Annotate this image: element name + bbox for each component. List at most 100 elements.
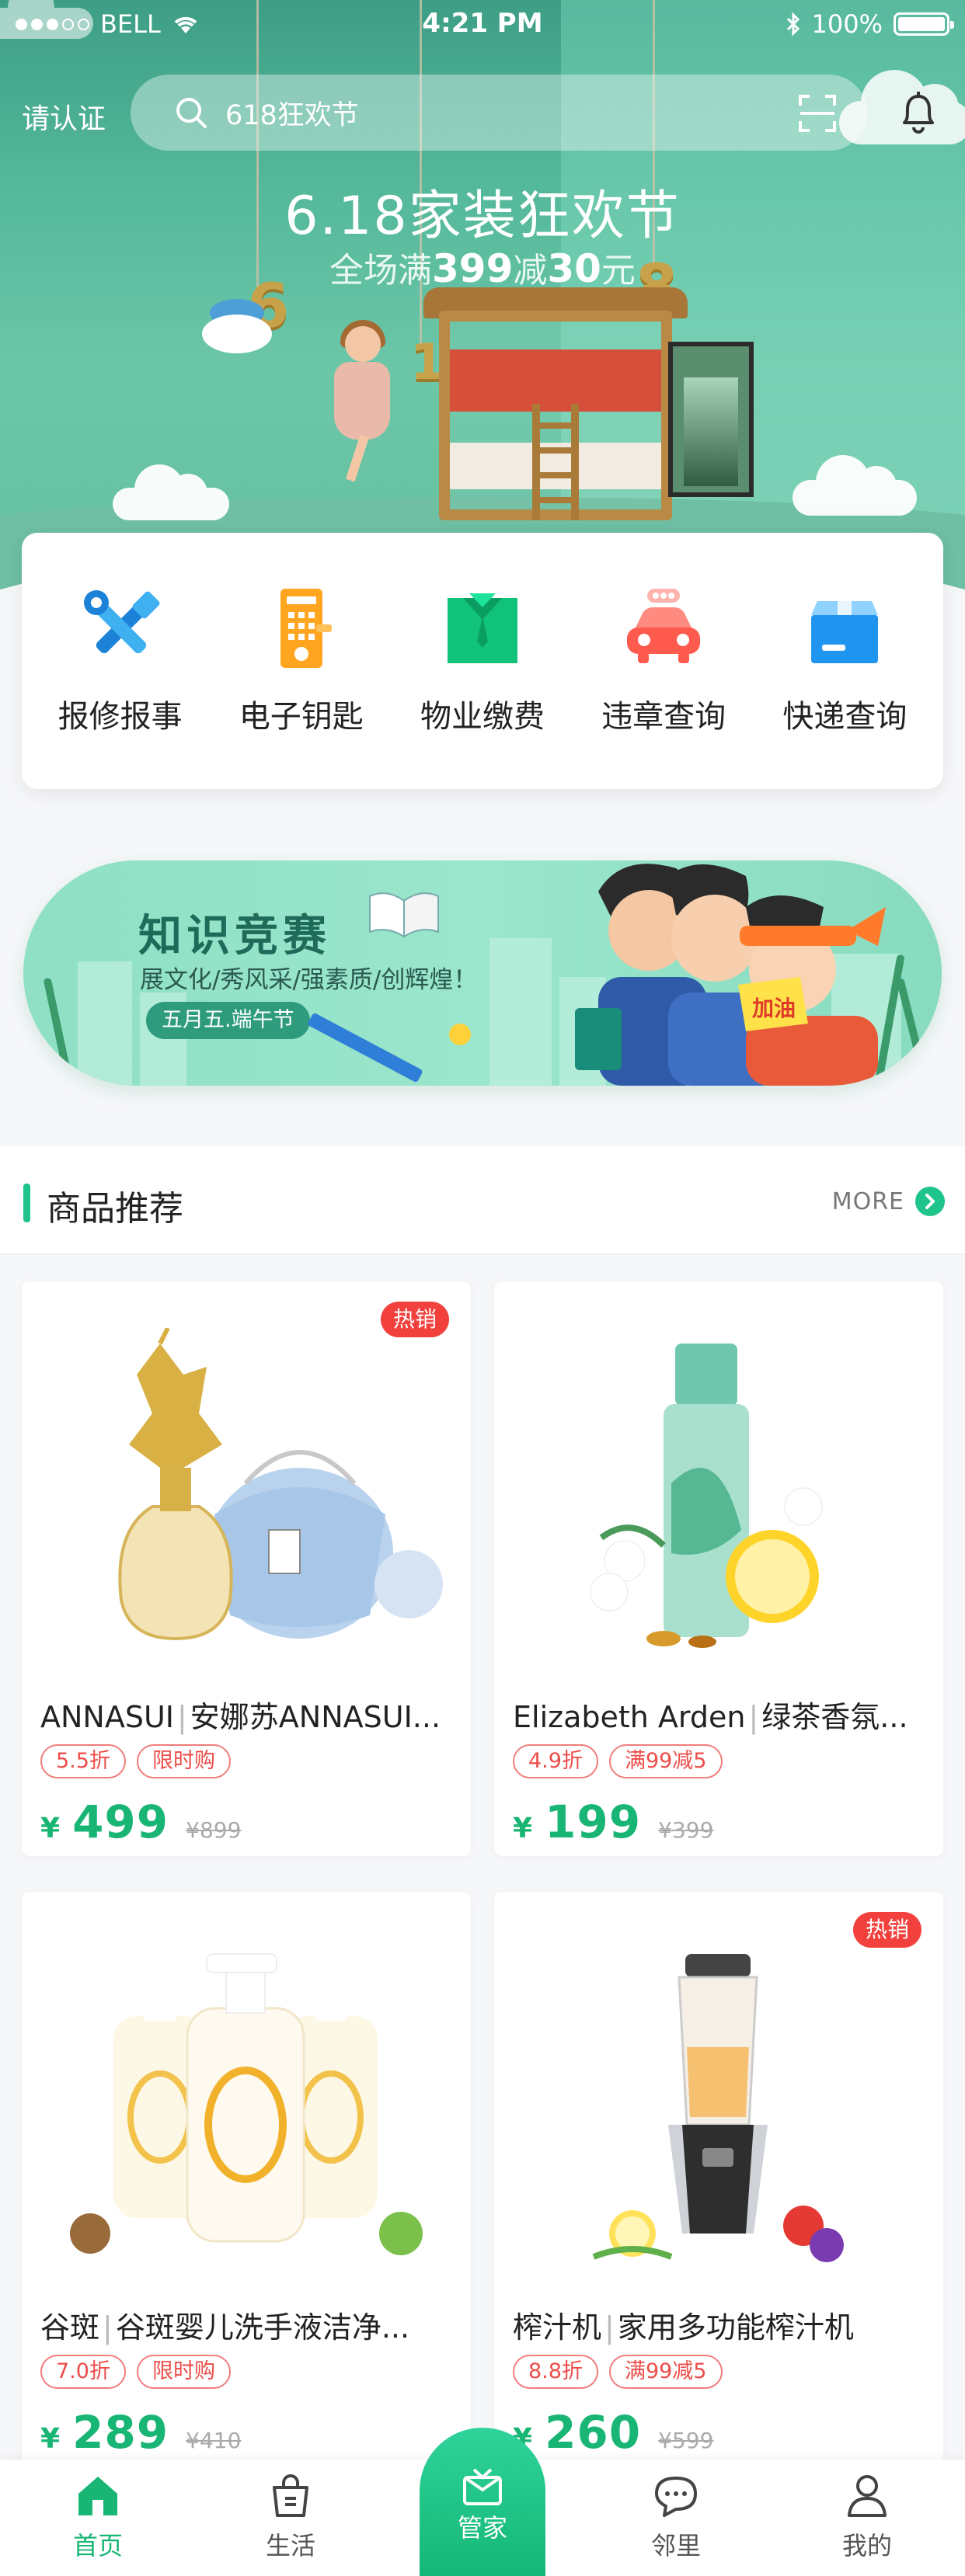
notification-bell-icon[interactable]: [894, 87, 943, 137]
tab-label: 首页: [72, 2531, 123, 2560]
current-price: 289: [72, 2406, 169, 2459]
tab-label: 邻里: [650, 2531, 701, 2560]
baby-potty-image: [194, 299, 280, 361]
juicer-product-image: [592, 1954, 844, 2262]
building-decoration: [78, 961, 132, 1086]
quiz-promo-banner[interactable]: 知识竞赛 展文化/秀风采/强素质/创辉煌！ 五月五.端午节 加油: [23, 860, 942, 1086]
shopping-bag-icon: [273, 2474, 308, 2517]
tab-butler[interactable]: 管家: [420, 2428, 545, 2576]
service-repair[interactable]: 报修报事: [35, 586, 206, 736]
original-price: ¥899: [186, 1817, 242, 1843]
product-name: Elizabeth Arden | 绿茶香氛...: [513, 1700, 908, 1734]
discount-tag: 7.0折: [40, 2355, 126, 2389]
tab-label: 管家: [457, 2513, 507, 2543]
cheering-kids-illustration: 加油: [575, 864, 886, 1086]
service-label: 快递查询: [782, 699, 908, 735]
plant-decoration: [43, 977, 74, 1086]
section-title: 商品推荐: [47, 1189, 183, 1229]
service-fee[interactable]: 物业缴费: [397, 586, 568, 736]
product-price: ¥ 289 ¥410: [40, 2406, 241, 2459]
product-price: ¥ 499 ¥899: [40, 1796, 241, 1848]
discount-tag: 5.5折: [40, 1744, 126, 1778]
discount-tag: 4.9折: [513, 1744, 598, 1778]
product-name: 谷斑 | 谷斑婴儿洗手液洁净...: [40, 2310, 410, 2345]
painting-image: [668, 342, 754, 497]
user-icon: [848, 2475, 887, 2517]
tab-mine[interactable]: 我的: [789, 2470, 945, 2576]
currency-symbol: ¥: [40, 2423, 61, 2455]
current-price: 199: [545, 1796, 642, 1848]
scan-icon[interactable]: [797, 93, 838, 134]
bunk-bed-image: [423, 287, 688, 520]
status-bar: BELL 4:21 PM 100%: [0, 0, 965, 47]
product-price: ¥ 199 ¥399: [513, 1796, 713, 1848]
currency-symbol: ¥: [40, 1813, 61, 1844]
cloud-decoration: [793, 455, 917, 516]
product-tags: 8.8折 满99减5: [513, 2355, 723, 2389]
discount-tag: 8.8折: [513, 2355, 598, 2389]
service-express[interactable]: 快递查询: [759, 586, 930, 736]
open-book-icon: [369, 892, 439, 938]
banner-cheer-sign: 加油: [752, 996, 796, 1021]
baby-hand-wash-image: [70, 1953, 423, 2255]
verify-link[interactable]: 请认证: [22, 96, 106, 137]
chevron-right-icon[interactable]: [915, 1187, 945, 1216]
service-label: 违章查询: [601, 699, 726, 735]
bluetooth-icon: [786, 12, 800, 37]
promo-tag: 满99减5: [608, 1744, 723, 1778]
product-name: ANNASUI | 安娜苏ANNASUI...: [40, 1700, 441, 1734]
tab-home[interactable]: 首页: [20, 2470, 176, 2576]
butler-gift-icon: [463, 2468, 502, 2505]
promo-tag: 满99减5: [608, 2355, 723, 2389]
product-tags: 4.9折 满99减5: [513, 1744, 723, 1778]
perfume-product-image: [118, 1328, 443, 1641]
service-label: 物业缴费: [420, 699, 545, 735]
product-card[interactable]: 热销 榨汁机 | 家用多功能榨汁机 8.8折 满99减5 ¥ 260 ¥599: [494, 1892, 943, 2466]
product-tags: 5.5折 限时购: [40, 1744, 231, 1778]
section-accent-bar: [23, 1184, 30, 1222]
more-link[interactable]: MORE: [832, 1188, 904, 1215]
battery-fill: [898, 17, 945, 31]
original-price: ¥410: [186, 2428, 242, 2453]
girl-swinging-image: [326, 320, 396, 482]
service-ekey[interactable]: 电子钥匙: [216, 586, 387, 736]
battery-icon: [894, 12, 954, 36]
search-placeholder: 618狂欢节: [225, 99, 359, 131]
tab-neighbors[interactable]: 邻里: [598, 2470, 754, 2576]
service-violation[interactable]: 违章查询: [578, 586, 749, 736]
original-price: ¥599: [658, 2428, 714, 2453]
cloud-decoration: [113, 464, 229, 520]
battery-percent: 100%: [811, 9, 883, 39]
product-name: 榨汁机 | 家用多功能榨汁机: [513, 2310, 854, 2345]
repair-tools-icon: [83, 590, 160, 654]
tab-life[interactable]: 生活: [213, 2470, 368, 2576]
hero-subtitle: 全场满399减30元: [329, 246, 636, 291]
promo-tag: 限时购: [136, 2355, 231, 2389]
product-price: ¥ 260 ¥599: [513, 2406, 713, 2459]
building-decoration: [489, 938, 552, 1086]
product-card[interactable]: Elizabeth Arden | 绿茶香氛... 4.9折 满99减5 ¥ 199…: [494, 1281, 943, 1856]
sun-decoration: [449, 1024, 471, 1045]
home-icon: [78, 2477, 117, 2515]
tab-label: 生活: [265, 2531, 315, 2560]
search-icon: [176, 98, 207, 128]
traffic-violation-car-icon: [627, 589, 701, 663]
tab-label: 我的: [841, 2531, 892, 2560]
product-card[interactable]: 谷斑 | 谷斑婴儿洗手液洁净... 7.0折 限时购 ¥ 289 ¥410: [22, 1892, 471, 2466]
recommend-section-header: 商品推荐 MORE: [0, 1146, 965, 1255]
chat-bubble-icon: [655, 2477, 697, 2517]
product-card[interactable]: 热销 ANNASUI | 安娜苏ANNASUI... 5.5折 限时购 ¥ 499 …: [22, 1281, 471, 1856]
product-tags: 7.0折 限时购: [40, 2355, 231, 2389]
banner-subtitle: 展文化/秀风采/强素质/创辉煌！: [140, 966, 478, 994]
currency-symbol: ¥: [513, 1813, 533, 1844]
original-price: ¥399: [658, 1817, 714, 1843]
banner-festival-tag: 五月五.端午节: [146, 1002, 310, 1039]
electronic-key-icon: [280, 589, 332, 668]
green-tea-perfume-image: [590, 1344, 823, 1648]
express-box-icon: [811, 601, 879, 663]
property-fee-icon: [447, 593, 517, 663]
service-label: 报修报事: [57, 699, 183, 735]
current-price: 260: [545, 2406, 642, 2459]
search-bar[interactable]: 618狂欢节: [131, 75, 867, 151]
service-label: 电子钥匙: [239, 699, 364, 735]
